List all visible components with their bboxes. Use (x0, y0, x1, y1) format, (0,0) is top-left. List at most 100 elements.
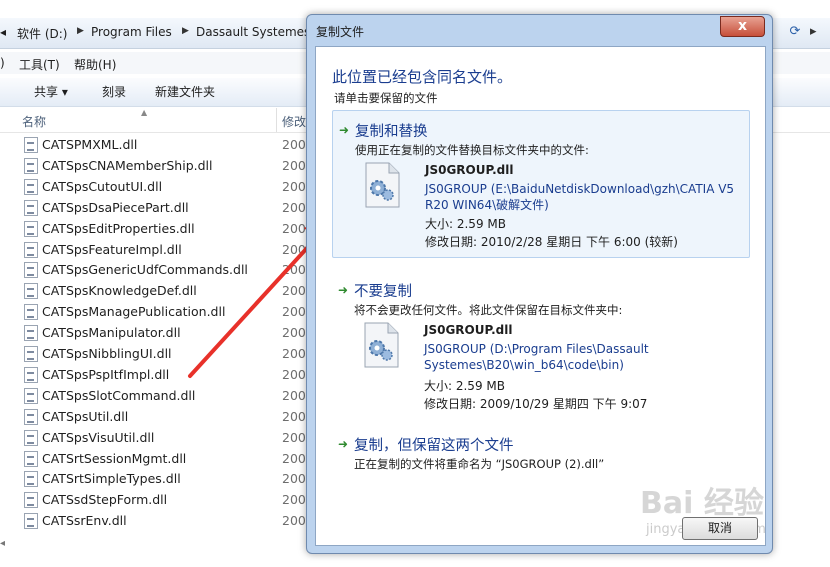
dll-file-icon (24, 199, 38, 216)
file-row[interactable]: CATSpsUtil.dll 2009 (0, 406, 314, 427)
dll-file-icon (24, 346, 38, 362)
dll-file-icon (24, 325, 38, 342)
file-row[interactable]: CATSpsPspItfImpl.dll 2009 (0, 364, 314, 385)
dll-file-icon (24, 492, 38, 509)
green-arrow-icon: ➜ (339, 123, 350, 137)
file-name: CATSsdStepForm.dll (42, 492, 168, 508)
file-row[interactable]: CATSpsCutoutUI.dll 2009 (0, 176, 314, 197)
new-folder-button[interactable]: 新建文件夹 (155, 83, 215, 100)
file-row[interactable]: CATSpsKnowledgeDef.dll 2009 (0, 280, 314, 301)
file-size: 大小: 2.59 MB (425, 217, 506, 231)
file-name: CATSpsGenericUdfCommands.dll (42, 262, 248, 278)
dialog-heading: 此位置已经包含同名文件。 (332, 68, 513, 86)
dll-file-icon (24, 178, 38, 195)
dll-file-icon (24, 241, 38, 258)
file-row[interactable]: CATSpsEditProperties.dll 2009 (0, 218, 314, 239)
dll-file-icon (24, 429, 38, 446)
dll-file-icon (24, 157, 38, 174)
dialog-subheading: 请单击要保留的文件 (334, 91, 438, 105)
column-modified[interactable]: 修改 (282, 113, 306, 130)
file-name: CATSpsDsaPiecePart.dll (42, 199, 189, 215)
file-row[interactable]: CATSsdStepForm.dll 2009 (0, 489, 314, 510)
breadcrumb-separator-icon[interactable]: ▶ (182, 26, 189, 36)
file-row[interactable]: CATSpsSlotCommand.dll 2009 (0, 385, 314, 406)
file-name: CATSpsSlotCommand.dll (42, 387, 196, 403)
dll-file-icon (24, 220, 38, 237)
file-name: CATSPMXML.dll (42, 137, 138, 152)
menu-partial[interactable]: ) (0, 56, 5, 70)
file-row[interactable]: CATSpsCNAMemberShip.dll 2009 (0, 155, 314, 176)
refresh-icon[interactable]: ⟳ (784, 24, 806, 44)
dll-file-icon (24, 304, 38, 321)
close-button[interactable]: x (720, 16, 765, 37)
file-name: JS0GROUP.dll (424, 323, 513, 337)
watermark-logo: Bai 经验 (640, 486, 764, 521)
menu-tools[interactable]: 工具(T) (19, 56, 60, 73)
dialog-body: 此位置已经包含同名文件。 请单击要保留的文件 ➜ 复制和替换 使用正在复制的文件… (315, 46, 766, 546)
scroll-arrow-icon[interactable]: ◂ (0, 538, 10, 558)
option-description: 正在复制的文件将重命名为 “JS0GROUP (2).dll” (354, 457, 605, 471)
breadcrumb-drive[interactable]: 软件 (D:) (17, 25, 67, 42)
file-name: CATSrtSimpleTypes.dll (42, 471, 181, 487)
share-button[interactable]: 共享 ▾ (34, 83, 68, 100)
option-title: 复制，但保留这两个文件 (354, 438, 514, 454)
file-row[interactable]: CATSsrEnv.dll 2009 (0, 510, 314, 531)
dll-file-icon (24, 137, 38, 153)
nav-back-partial: ◂ (0, 25, 7, 39)
breadcrumb-separator-icon[interactable]: ▶ (77, 26, 84, 36)
breadcrumb-dassault[interactable]: Dassault Systemes (196, 25, 310, 39)
file-row[interactable]: CATSpsVisuUtil.dll 2009 (0, 427, 314, 448)
dll-file-icon (24, 283, 38, 300)
dll-file-icon (24, 450, 38, 467)
burn-button[interactable]: 刻录 (102, 83, 126, 100)
file-row[interactable]: CATSpsManipulator.dll 2009 (0, 322, 314, 343)
green-arrow-icon: ➜ (338, 283, 349, 297)
option-dont-copy[interactable]: ➜ 不要复制 将不会更改任何文件。将此文件保留在目标文件夹中: JS0GROUP… (332, 271, 748, 411)
file-name: CATSpsFeatureImpl.dll (42, 241, 182, 257)
file-row[interactable]: CATSPMXML.dll 2009 (0, 134, 314, 155)
file-name: CATSpsKnowledgeDef.dll (42, 283, 197, 299)
file-row[interactable]: CATSpsFeatureImpl.dll 2009 (0, 239, 314, 260)
file-row[interactable]: CATSpsNibblingUI.dll 2009 (0, 343, 314, 364)
file-name: CATSpsManagePublication.dll (42, 304, 226, 320)
file-name: JS0GROUP.dll (425, 163, 514, 177)
copy-file-dialog: 复制文件 x 此位置已经包含同名文件。 请单击要保留的文件 ➜ 复制和替换 使用… (306, 14, 773, 554)
breadcrumb-program-files[interactable]: Program Files (91, 25, 172, 39)
column-divider[interactable] (276, 108, 277, 132)
file-name: CATSpsCNAMemberShip.dll (42, 157, 213, 173)
column-name[interactable]: 名称 (22, 113, 46, 130)
file-size: 大小: 2.59 MB (424, 379, 505, 393)
option-title: 不要复制 (354, 284, 412, 300)
file-row[interactable]: CATSrtSimpleTypes.dll 2009 (0, 468, 314, 489)
option-copy-keep-both[interactable]: ➜ 复制，但保留这两个文件 正在复制的文件将重命名为 “JS0GROUP (2)… (332, 425, 748, 473)
file-modified: 修改日期: 2009/10/29 星期四 下午 9:07 (424, 397, 648, 411)
sort-ascending-icon: ▲ (141, 108, 148, 117)
file-name: CATSpsEditProperties.dll (42, 220, 195, 236)
option-copy-replace[interactable]: ➜ 复制和替换 使用正在复制的文件替换目标文件夹中的文件: JS0GROUP.d… (332, 110, 750, 258)
cancel-button[interactable]: 取消 (682, 517, 758, 540)
dll-file-icon (364, 322, 399, 368)
file-name: CATSpsVisuUtil.dll (42, 429, 155, 445)
menu-help[interactable]: 帮助(H) (74, 56, 116, 73)
file-name: CATSpsManipulator.dll (42, 325, 181, 341)
file-path: JS0GROUP (E:\BaiduNetdiskDownload\gzh\CA… (425, 182, 735, 212)
file-name: CATSpsNibblingUI.dll (42, 346, 172, 361)
dll-file-icon (24, 408, 38, 425)
file-row[interactable]: CATSpsManagePublication.dll 2009 (0, 301, 314, 322)
dll-file-icon (24, 513, 38, 530)
green-arrow-icon: ➜ (338, 437, 349, 451)
dll-file-icon (24, 262, 38, 279)
file-path: JS0GROUP (D:\Program Files\Dassault Syst… (424, 342, 649, 372)
dll-file-icon (24, 471, 38, 488)
file-name: CATSpsUtil.dll (42, 408, 129, 424)
option-title: 复制和替换 (355, 124, 428, 140)
option-description: 将不会更改任何文件。将此文件保留在目标文件夹中: (354, 303, 623, 317)
file-row[interactable]: CATSpsGenericUdfCommands.dll 2009 (0, 259, 314, 280)
file-name: CATSpsCutoutUI.dll (42, 178, 163, 194)
file-name: CATSrtSessionMgmt.dll (42, 450, 187, 466)
file-row[interactable]: CATSrtSessionMgmt.dll 2009 (0, 448, 314, 469)
dll-file-icon (365, 162, 400, 208)
file-row[interactable]: CATSpsDsaPiecePart.dll 2009 (0, 197, 314, 218)
nav-arrow-icon[interactable]: ▸ (810, 24, 817, 39)
file-modified: 修改日期: 2010/2/28 星期日 下午 6:00 (较新) (425, 235, 678, 249)
